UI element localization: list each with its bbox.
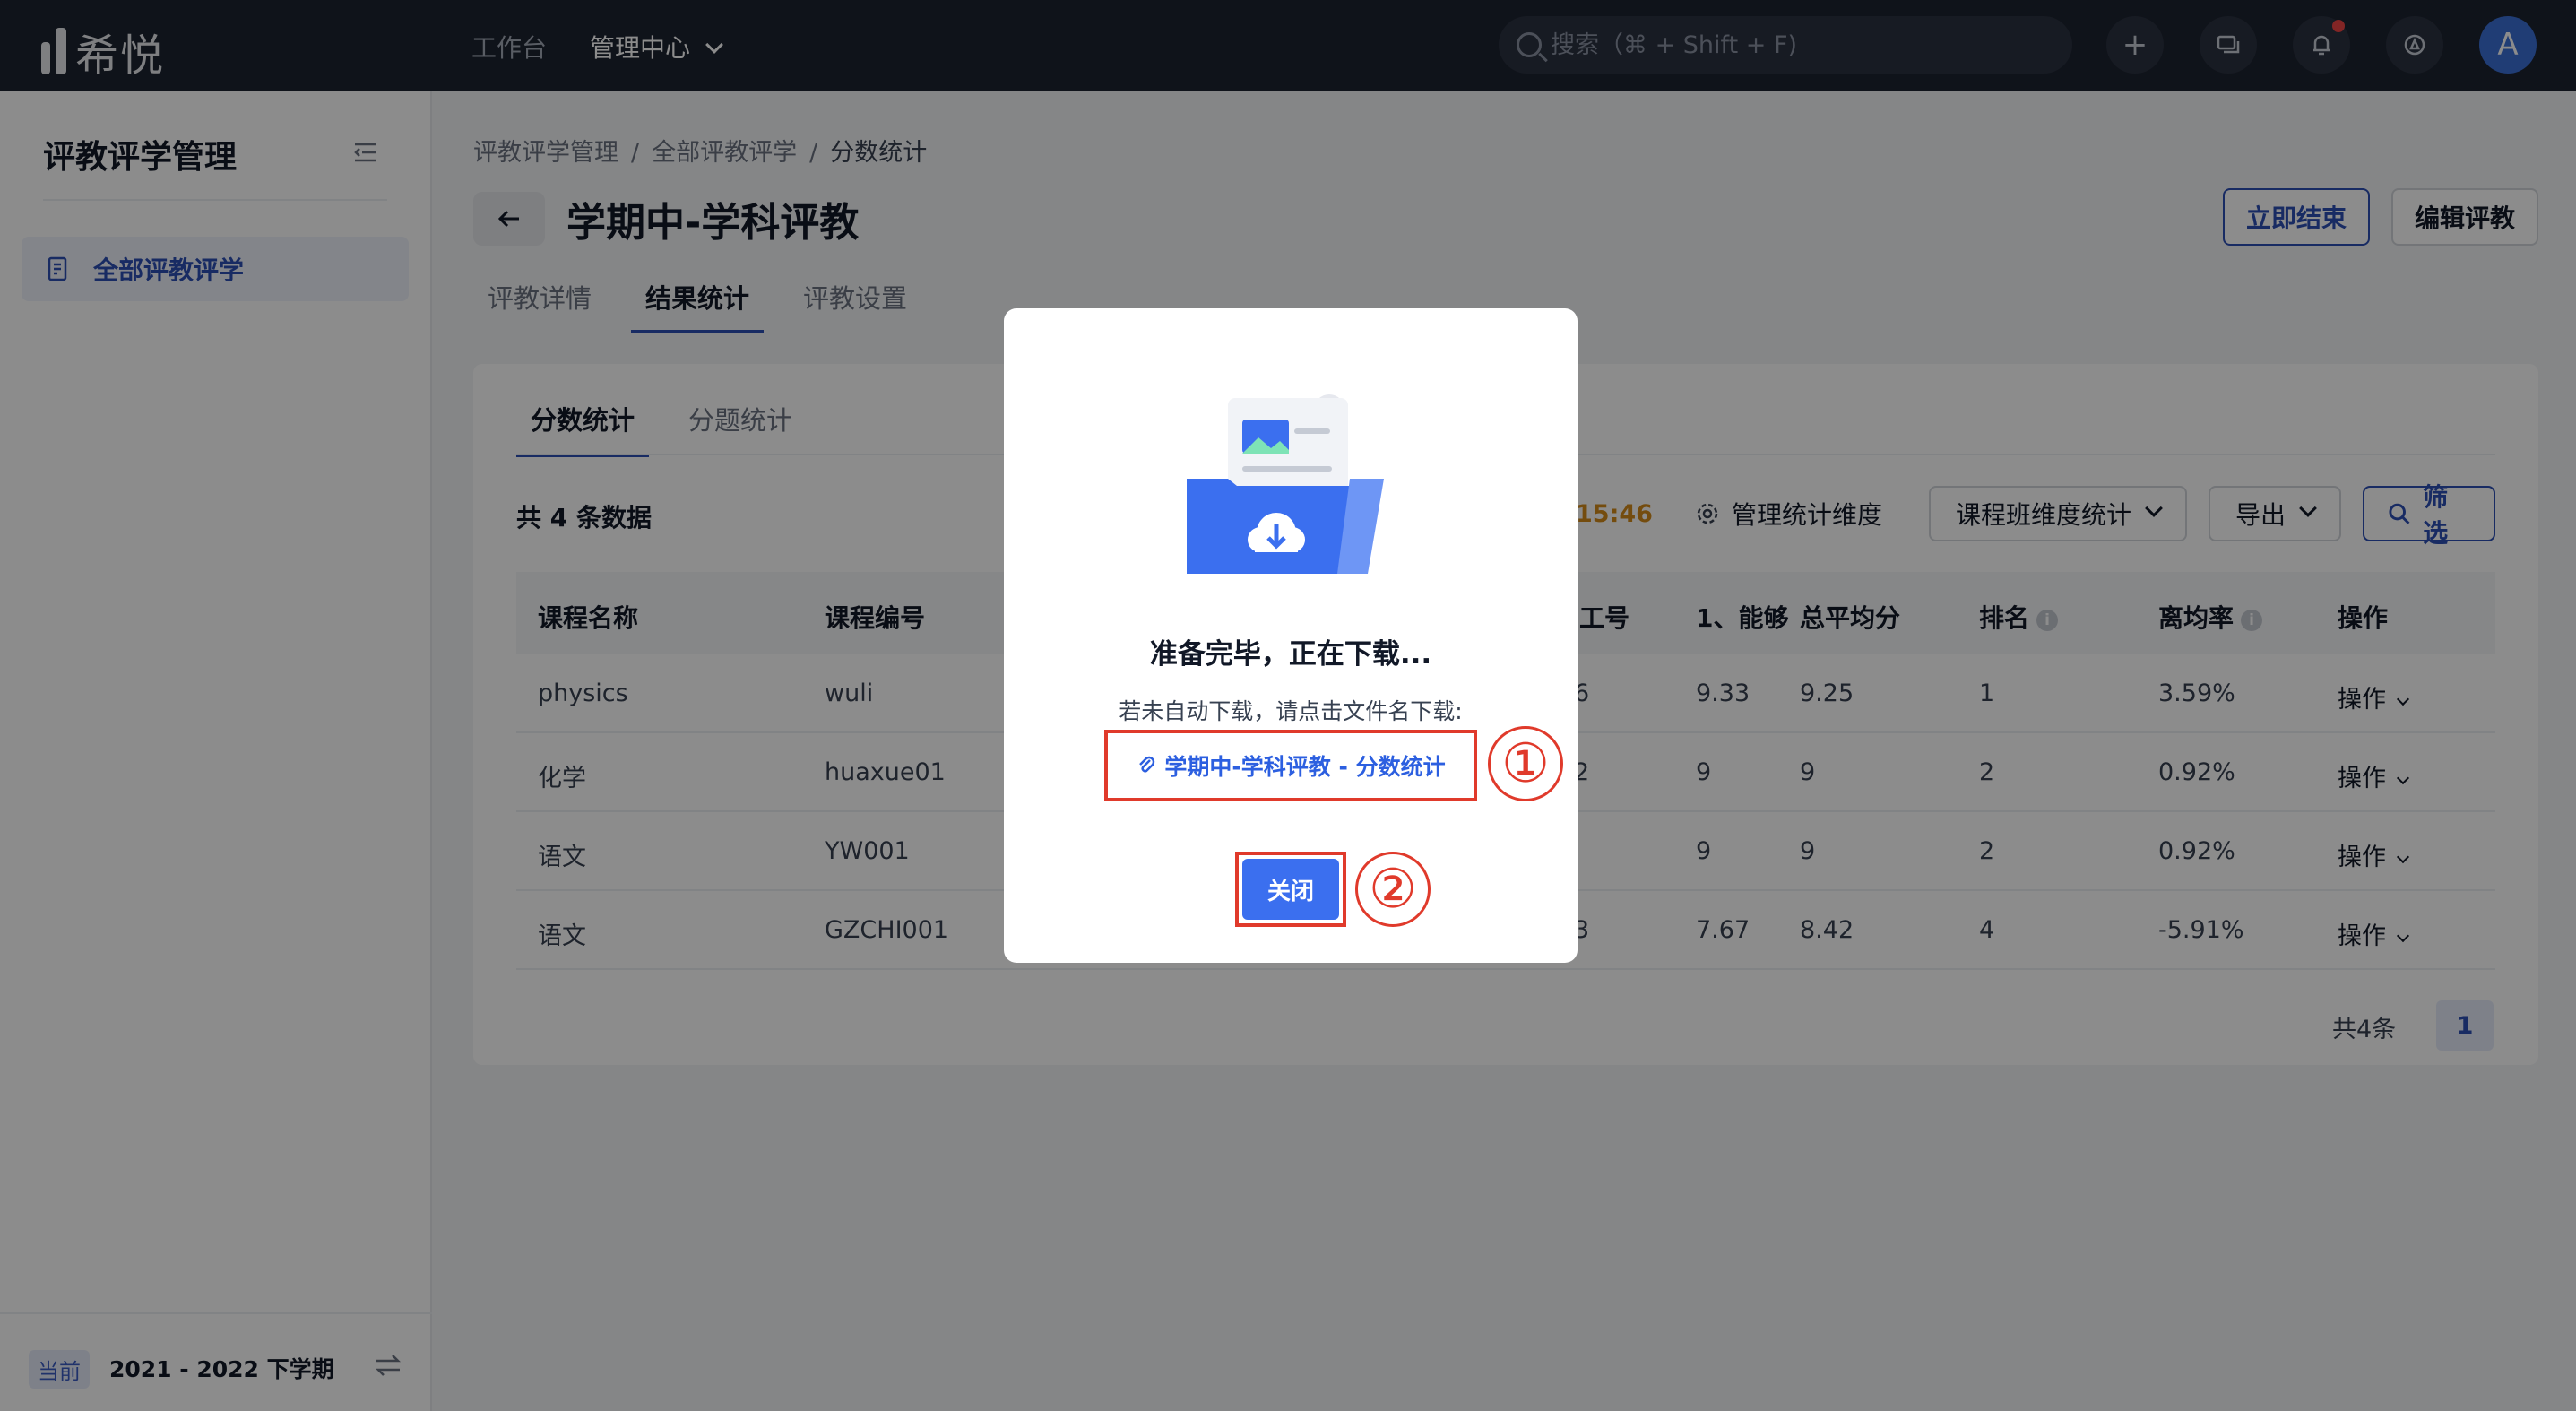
paperclip-icon	[1139, 756, 1155, 773]
step-marker-2: ②	[1355, 852, 1431, 927]
modal-title: 准备完毕，正在下载...	[1149, 638, 1432, 671]
download-modal: 准备完毕，正在下载... 若未自动下载，请点击文件名下载: 学期中-学科评教 -…	[1004, 308, 1578, 963]
download-folder-illustration	[1187, 394, 1384, 574]
download-file-link[interactable]: 学期中-学科评教 - 分数统计	[1104, 730, 1477, 801]
close-button[interactable]: 关闭	[1242, 859, 1339, 920]
step-marker-1: ①	[1488, 726, 1563, 801]
download-file-name: 学期中-学科评教 - 分数统计	[1164, 754, 1446, 780]
modal-hint: 若未自动下载，请点击文件名下载:	[1119, 698, 1463, 724]
